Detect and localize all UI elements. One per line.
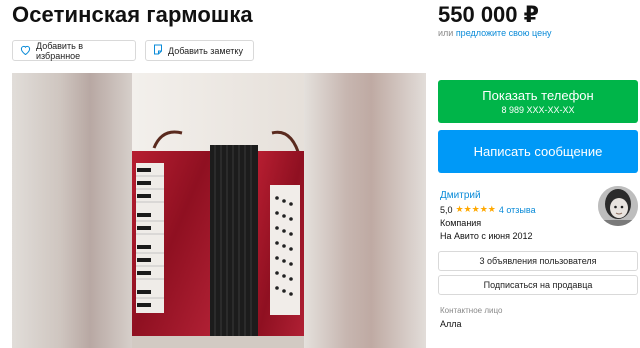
seller-avatar[interactable]: [598, 186, 638, 226]
avatar-image: [598, 186, 638, 226]
seller-name-link[interactable]: Дмитрий: [440, 190, 481, 201]
seller-since: На Авито с июня 2012: [440, 231, 533, 241]
phone-masked: 8 989 XXX-XX-XX: [501, 105, 575, 115]
accordion-photo: [132, 73, 304, 348]
price-offer-prefix: или: [438, 28, 456, 38]
gallery-blur-left: [12, 73, 132, 348]
user-ads-button[interactable]: 3 объявления пользователя: [438, 251, 638, 271]
add-to-favorites-button[interactable]: Добавить в избранное: [12, 40, 136, 61]
price-offer-link[interactable]: предложите свою цену: [456, 28, 552, 38]
note-icon: [153, 44, 163, 57]
show-phone-label: Показать телефон: [482, 88, 594, 103]
subscribe-seller-button[interactable]: Подписаться на продавца: [438, 275, 638, 295]
price-offer-row: или предложите свою цену: [438, 28, 552, 38]
rating-value: 5,0: [440, 204, 453, 215]
heart-icon: [20, 45, 31, 57]
write-message-button[interactable]: Написать сообщение: [438, 130, 638, 173]
listing-title: Осетинская гармошка: [12, 2, 253, 27]
rating-stars-icon: ★★★★★: [455, 204, 496, 214]
add-note-label: Добавить заметку: [168, 45, 243, 56]
photo-gallery[interactable]: [12, 73, 426, 348]
seller-rating: 5,0 ★★★★★ 4 отзыва: [440, 204, 536, 215]
contact-person-name: Алла: [440, 319, 462, 329]
seller-type: Компания: [440, 218, 482, 228]
show-phone-button[interactable]: Показать телефон 8 989 XXX-XX-XX: [438, 80, 638, 123]
price: 550 000 ₽: [438, 2, 539, 27]
contact-person-label: Контактное лицо: [440, 306, 503, 315]
add-note-button[interactable]: Добавить заметку: [145, 40, 254, 61]
reviews-link[interactable]: 4 отзыва: [499, 205, 536, 215]
add-to-favorites-label: Добавить в избранное: [36, 40, 84, 61]
gallery-blur-right: [304, 73, 426, 348]
main-photo[interactable]: [132, 73, 304, 348]
